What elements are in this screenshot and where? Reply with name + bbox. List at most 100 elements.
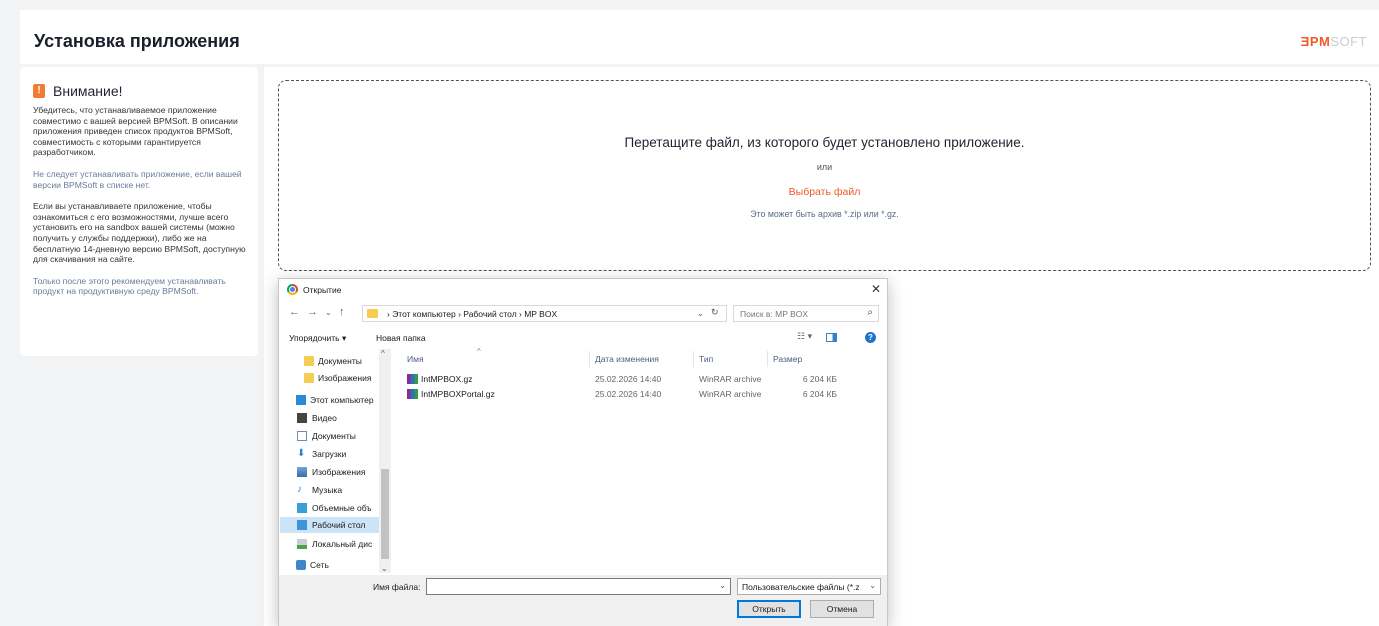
column-size[interactable]: Размер [773, 354, 802, 364]
image-icon [297, 467, 307, 477]
download-icon: ⬇ [297, 448, 306, 459]
scroll-up-icon[interactable]: ^ [381, 349, 385, 358]
desktop-icon [297, 520, 307, 530]
table-row[interactable]: IntMPBOXPortal.gz 25.02.2026 14:40 WinRA… [393, 387, 873, 401]
navigation-pane: Документы Изображения Этот компьютер Вид… [280, 349, 392, 575]
warning-panel: ! Внимание! Убедитесь, что устанавливаем… [20, 67, 258, 356]
column-name[interactable]: Имя [407, 354, 424, 364]
nav-item-local-disk[interactable]: Локальный дис [280, 536, 380, 552]
dropzone-text: Перетащите файл, из которого будет устан… [624, 135, 1025, 150]
dropzone-hint: Это может быть архив *.zip или *.gz. [750, 209, 899, 219]
open-button[interactable]: Открыть [737, 600, 801, 618]
nav-item-music[interactable]: ♪ Музыка [280, 482, 380, 498]
address-row: ← → ⌄ ↑ › Этот компьютер › Рабочий стол … [279, 303, 887, 323]
warning-icon: ! [33, 84, 45, 98]
chevron-down-icon: ⌄ [869, 581, 876, 590]
nav-scrollbar[interactable]: ^ ⌄ [379, 349, 391, 573]
nav-label: Этот компьютер [310, 395, 374, 405]
sort-caret-icon: ^ [477, 347, 481, 356]
nav-item-downloads[interactable]: ⬇ Загрузки [280, 446, 380, 462]
warning-text-2: Не следует устанавливать приложение, есл… [33, 168, 242, 190]
warning-header: ! Внимание! [33, 83, 246, 99]
warning-text-1: Убедитесь, что устанавливаемое приложени… [33, 105, 238, 158]
nav-item-documents[interactable]: Документы [280, 428, 380, 444]
video-icon [297, 413, 307, 423]
brand-logo: ƎPMSOFT [1301, 34, 1367, 49]
nav-label: Объемные объ [312, 503, 372, 513]
nav-item-3d-objects[interactable]: Объемные объ [280, 500, 380, 516]
network-icon [296, 560, 306, 570]
column-separator [693, 351, 694, 367]
winrar-icon [407, 389, 418, 399]
search-icon: ⌕ [867, 307, 873, 318]
disk-icon [297, 539, 307, 549]
cube-icon [297, 503, 307, 513]
dialog-titlebar: Открытие ✕ [279, 279, 887, 301]
help-icon[interactable]: ? [865, 332, 876, 343]
folder-icon [367, 309, 378, 318]
address-path: › Этот компьютер › Рабочий стол › MP BOX [387, 309, 558, 319]
nav-item-desktop[interactable]: Рабочий стол [280, 517, 380, 533]
search-input[interactable]: Поиск в: MP BOX ⌕ [733, 305, 879, 322]
folder-icon [304, 356, 314, 366]
cancel-button[interactable]: Отмена [810, 600, 874, 618]
dialog-toolbar: Упорядочить ▾ Новая папка ☷ ▾ ? [279, 329, 887, 347]
nav-item-images[interactable]: Изображения [280, 464, 380, 480]
organize-button[interactable]: Упорядочить ▾ [289, 333, 346, 344]
file-size: 6 204 КБ [802, 389, 837, 399]
file-date: 25.02.2026 14:40 [595, 389, 662, 399]
filetype-value: Пользовательские файлы (*.z [742, 582, 860, 592]
column-type[interactable]: Тип [699, 354, 713, 364]
table-row[interactable]: IntMPBOX.gz 25.02.2026 14:40 WinRAR arch… [393, 372, 873, 386]
filename-label: Имя файла: [373, 582, 421, 592]
file-dropzone[interactable]: Перетащите файл, из которого будет устан… [278, 80, 1371, 271]
nav-item-this-pc[interactable]: Этот компьютер [280, 392, 380, 408]
preview-pane-icon[interactable] [826, 333, 837, 342]
filename-input[interactable]: ⌄ [426, 578, 731, 595]
dropzone-or: или [816, 162, 833, 172]
nav-item-documents-quick[interactable]: Документы [280, 353, 380, 369]
filetype-select[interactable]: Пользовательские файлы (*.z ⌄ [737, 578, 881, 595]
column-separator [767, 351, 768, 367]
warning-text-4: Только после этого рекомендуем устанавли… [33, 275, 226, 297]
nav-label: Изображения [318, 373, 372, 383]
new-folder-button[interactable]: Новая папка [376, 333, 426, 343]
chevron-down-icon[interactable]: ⌄ [719, 581, 726, 590]
up-arrow-icon[interactable]: ↑ [339, 306, 345, 318]
address-bar[interactable]: › Этот компьютер › Рабочий стол › MP BOX [362, 305, 727, 322]
music-icon: ♪ [297, 484, 302, 495]
file-date: 25.02.2026 14:40 [595, 374, 662, 384]
logo-part-a: ƎPM [1300, 34, 1331, 49]
nav-item-video[interactable]: Видео [280, 410, 380, 426]
nav-label: Музыка [312, 485, 343, 495]
page-header: Установка приложения ƎPMSOFT [20, 10, 1379, 64]
document-icon [297, 431, 307, 441]
scroll-thumb[interactable] [381, 469, 389, 559]
warning-text-3: Если вы устанавливаете приложение, чтобы… [33, 201, 246, 265]
choose-file-link[interactable]: Выбрать файл [279, 186, 1370, 198]
nav-label: Изображения [312, 467, 366, 477]
nav-item-network[interactable]: Сеть [280, 557, 380, 573]
file-type: WinRAR archive [699, 389, 762, 399]
column-date[interactable]: Дата изменения [595, 354, 659, 364]
file-name: IntMPBOXPortal.gz [421, 389, 495, 399]
nav-label: Сеть [310, 560, 329, 570]
recent-chevron-icon[interactable]: ⌄ [325, 308, 332, 317]
winrar-icon [407, 374, 418, 384]
view-options-icon[interactable]: ☷ ▾ [797, 331, 812, 342]
page-title: Установка приложения [34, 31, 240, 51]
refresh-icon[interactable]: ↻ [711, 307, 719, 318]
close-icon[interactable]: ✕ [871, 282, 881, 296]
dialog-footer: Имя файла: ⌄ Пользовательские файлы (*.z… [279, 575, 887, 626]
file-name: IntMPBOX.gz [421, 374, 473, 384]
nav-label: Видео [312, 413, 337, 423]
nav-item-images-quick[interactable]: Изображения [280, 370, 380, 386]
forward-arrow-icon[interactable]: → [307, 306, 318, 318]
back-arrow-icon[interactable]: ← [289, 306, 300, 318]
scroll-down-icon[interactable]: ⌄ [381, 564, 388, 573]
dialog-title: Открытие [303, 285, 342, 295]
folder-icon [304, 373, 314, 383]
chevron-down-icon[interactable]: ⌄ [697, 309, 704, 318]
column-separator [589, 351, 590, 367]
warning-title: Внимание! [53, 83, 123, 99]
